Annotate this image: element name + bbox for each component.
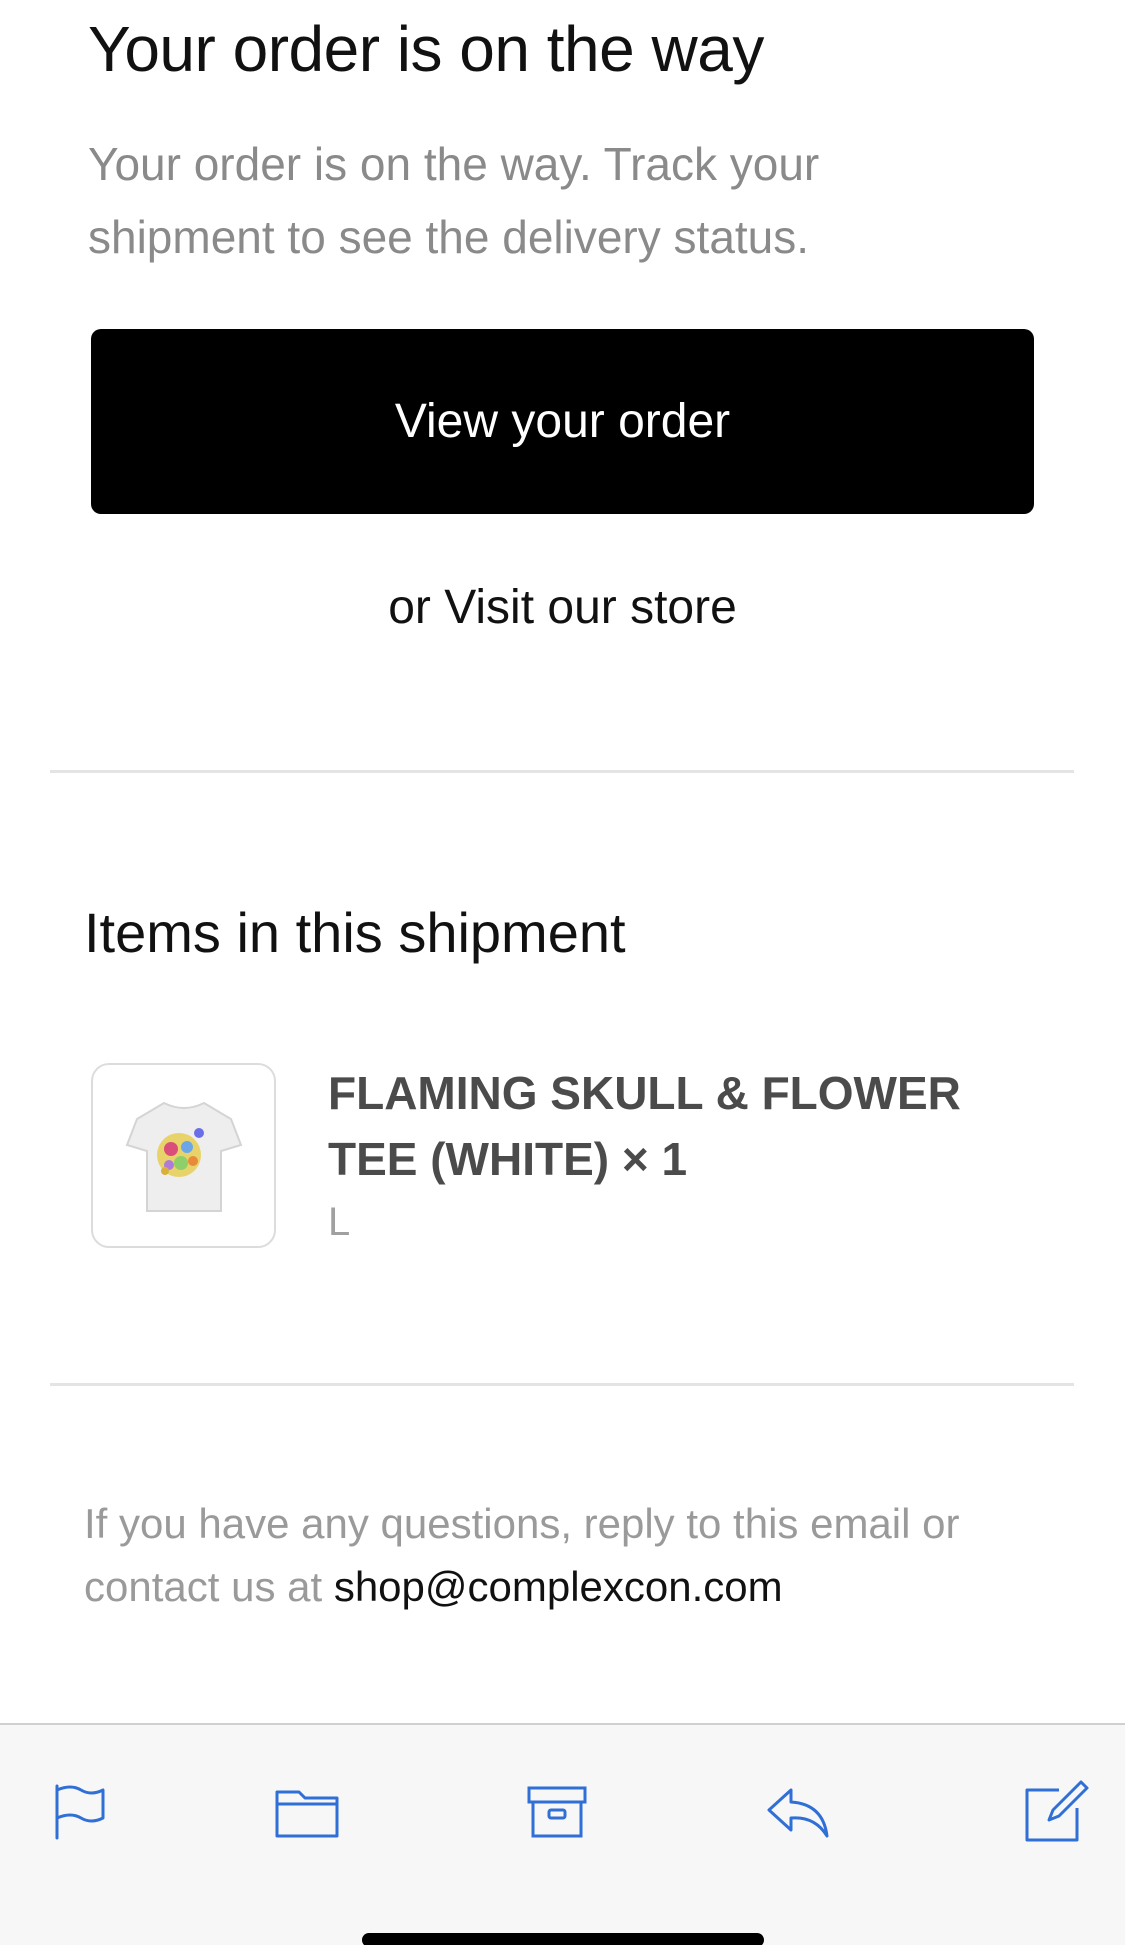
reply-icon [767,1788,829,1838]
flag-icon [55,1784,105,1840]
email-view: Your order is on the way Your order is o… [0,0,1125,1945]
divider [50,1383,1074,1386]
compose-icon [1025,1780,1089,1842]
items-heading: Items in this shipment [84,901,626,964]
email-title: Your order is on the way [88,13,764,85]
or-text: or [388,581,445,634]
tshirt-thumbnail-icon [125,1101,242,1212]
home-indicator[interactable] [362,1933,764,1945]
folder-icon [275,1790,339,1838]
archive-icon [527,1786,587,1838]
product-variant: L [328,1200,351,1244]
product-thumbnail [91,1063,276,1248]
move-to-folder-button[interactable] [262,1767,352,1857]
divider [50,770,1074,773]
view-order-button[interactable]: View your order [91,329,1034,514]
footer-text: If you have any questions, reply to this… [84,1492,1064,1618]
mail-toolbar [0,1723,1125,1945]
archive-button[interactable] [512,1767,602,1857]
flag-button[interactable] [28,1767,118,1857]
email-subtitle: Your order is on the way. Track your shi… [88,138,820,263]
compose-button[interactable] [1010,1767,1100,1857]
reply-button[interactable] [752,1767,842,1857]
visit-store-line: or Visit our store [0,580,1125,635]
contact-email-link[interactable]: shop@complexcon.com [334,1563,783,1610]
visit-store-link[interactable]: Visit our store [444,581,737,634]
product-name: FLAMING SKULL & FLOWER TEE (WHITE) × 1 [328,1067,961,1185]
